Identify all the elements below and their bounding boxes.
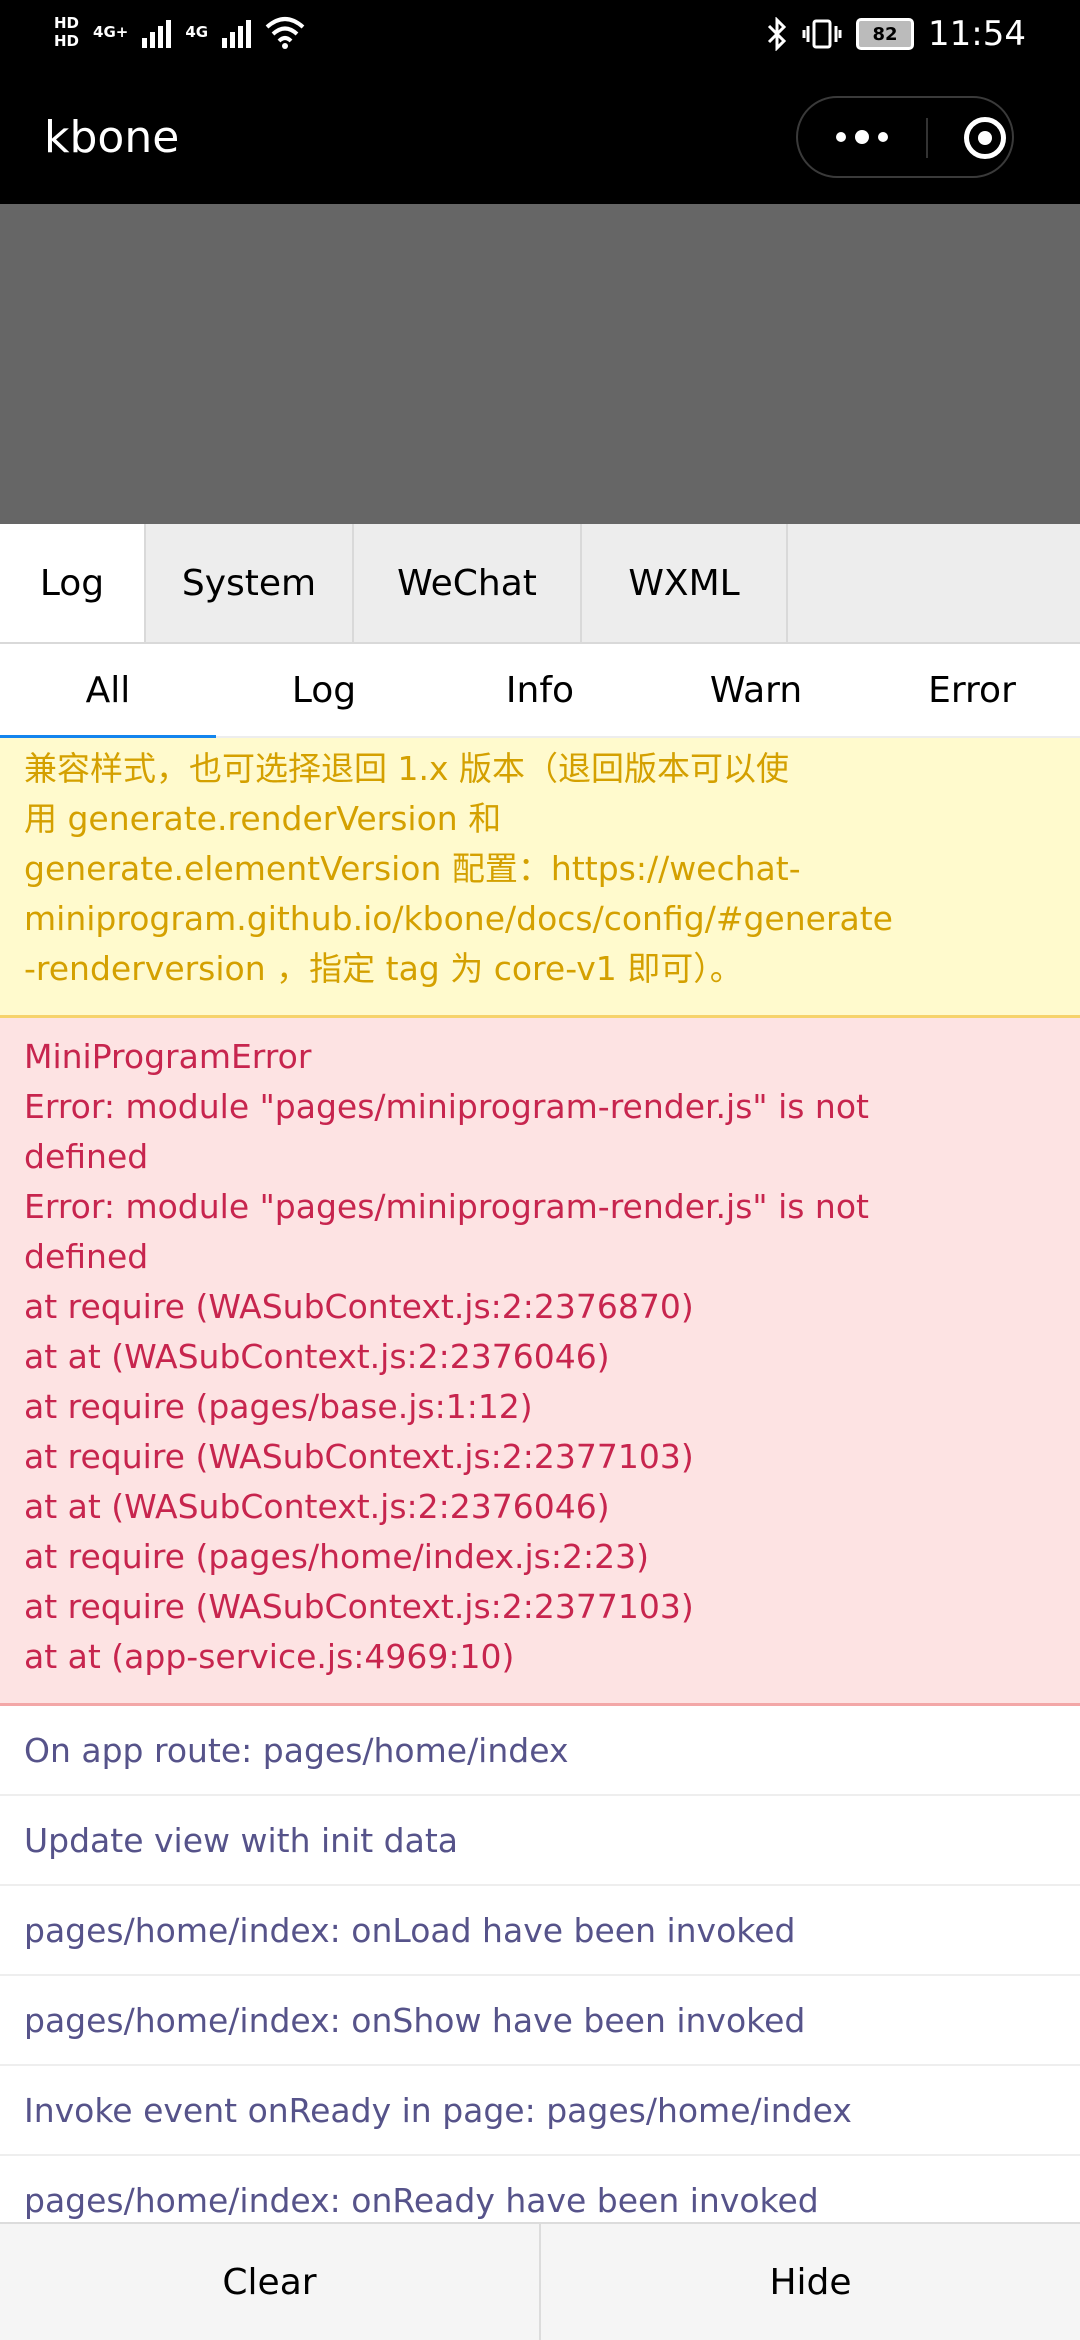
- capsule-divider: [926, 118, 928, 158]
- vconsole-tabbar: Log System WeChat WXML: [0, 524, 1080, 644]
- error-line: MiniProgramError: [24, 1037, 312, 1076]
- signal-icon: [142, 16, 172, 48]
- error-line: at require (WASubContext.js:2:2377103): [24, 1587, 694, 1626]
- page-title: kbone: [44, 112, 180, 163]
- hide-button[interactable]: Hide: [539, 2224, 1080, 2340]
- filter-all[interactable]: All: [0, 644, 216, 738]
- close-target-icon[interactable]: [964, 117, 1006, 159]
- log-item: On app route: pages/home/index: [0, 1706, 1080, 1796]
- error-line: defined: [24, 1237, 149, 1276]
- warn-log-entry: 兼容样式，也可选择退回 1.x 版本（退回版本可以使 用 generate.re…: [0, 738, 1080, 1018]
- status-right: 82 11:54: [766, 14, 1026, 54]
- tab-log[interactable]: Log: [0, 524, 146, 642]
- status-left: HD HD 4G+ 4G: [54, 14, 305, 50]
- hd-badge: HD: [54, 32, 80, 50]
- clear-button[interactable]: Clear: [0, 2224, 539, 2340]
- signal-icon: [222, 16, 252, 48]
- battery-icon: 82: [856, 18, 915, 50]
- error-line: at require (WASubContext.js:2:2376870): [24, 1287, 694, 1326]
- network-type: 4G+: [93, 23, 129, 41]
- bluetooth-icon: [767, 17, 787, 51]
- hd-badges: HD HD: [54, 14, 79, 50]
- tab-wxml[interactable]: WXML: [582, 524, 788, 642]
- vconsole-toolbar: Clear Hide: [0, 2222, 1080, 2340]
- error-line: Error: module "pages/miniprogram-render.…: [24, 1187, 869, 1226]
- error-line: at at (WASubContext.js:2:2376046): [24, 1487, 610, 1526]
- status-bar: HD HD 4G+ 4G 82 11:54: [0, 0, 1080, 70]
- nav-bar: kbone: [0, 70, 1080, 204]
- error-line: Error: module "pages/miniprogram-render.…: [24, 1087, 869, 1126]
- tab-wechat[interactable]: WeChat: [354, 524, 582, 642]
- filter-warn[interactable]: Warn: [648, 644, 864, 736]
- hd-badge: HD: [54, 14, 80, 32]
- log-item: Invoke event onReady in page: pages/home…: [0, 2066, 1080, 2156]
- error-line: at require (WASubContext.js:2:2377103): [24, 1437, 694, 1476]
- filter-error[interactable]: Error: [864, 644, 1080, 736]
- error-line: at at (WASubContext.js:2:2376046): [24, 1337, 610, 1376]
- error-log-entry: MiniProgramError Error: module "pages/mi…: [0, 1018, 1080, 1706]
- log-item: pages/home/index: onLoad have been invok…: [0, 1886, 1080, 1976]
- filter-info[interactable]: Info: [432, 644, 648, 736]
- filter-log[interactable]: Log: [216, 644, 432, 736]
- log-item: pages/home/index: onShow have been invok…: [0, 1976, 1080, 2066]
- clock: 11:54: [928, 14, 1026, 54]
- tab-system[interactable]: System: [146, 524, 354, 642]
- menu-capsule: [796, 96, 1014, 178]
- log-list: 兼容样式，也可选择退回 1.x 版本（退回版本可以使 用 generate.re…: [0, 738, 1080, 2246]
- vconsole-panel: Log System WeChat WXML All Log Info Warn…: [0, 524, 1080, 2340]
- error-line: at require (pages/home/index.js:2:23): [24, 1537, 649, 1576]
- more-icon[interactable]: [836, 130, 888, 144]
- error-line: defined: [24, 1137, 149, 1176]
- error-line: at require (pages/base.js:1:12): [24, 1387, 533, 1426]
- log-item: Update view with init data: [0, 1796, 1080, 1886]
- network-type: 4G: [185, 23, 209, 41]
- page-content-area: [0, 204, 1080, 524]
- screen: HD HD 4G+ 4G 82 11:54 kbone Log System W…: [0, 0, 1080, 2340]
- error-line: at at (app-service.js:4969:10): [24, 1637, 515, 1676]
- wifi-icon: [265, 17, 305, 49]
- log-filter-tabs: All Log Info Warn Error: [0, 644, 1080, 738]
- vibrate-icon: [802, 19, 842, 49]
